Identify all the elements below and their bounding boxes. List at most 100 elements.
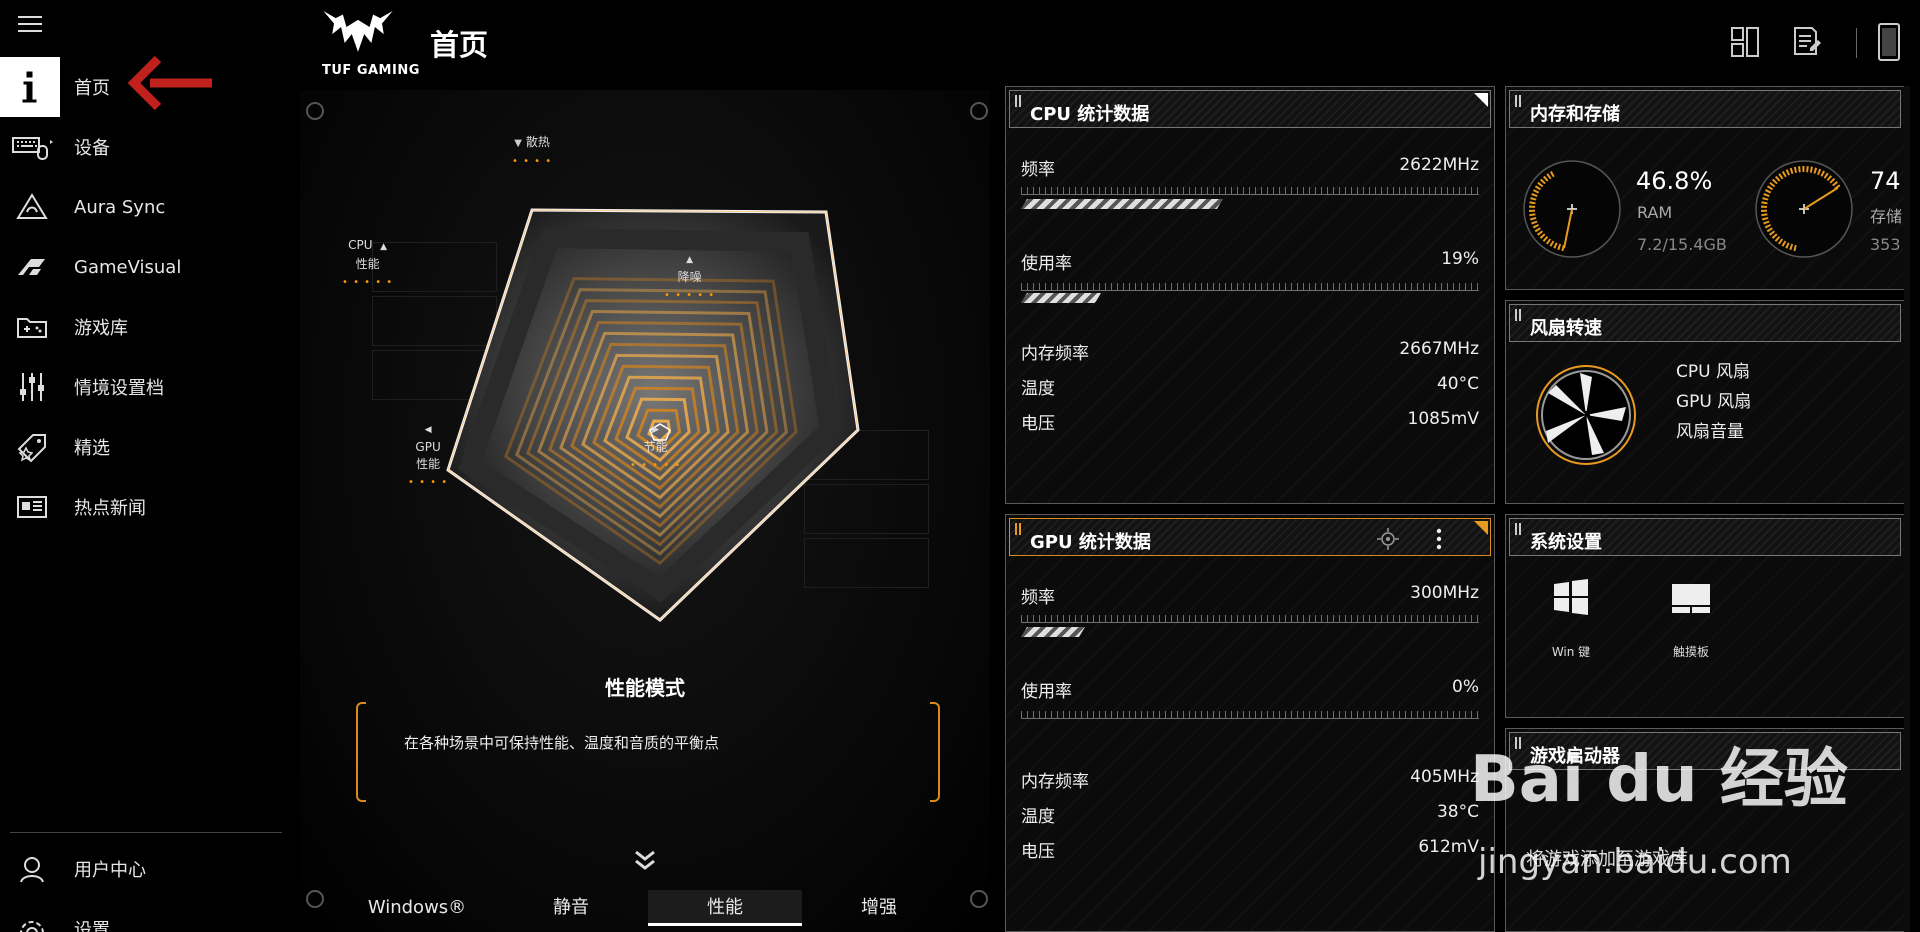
header-tick: [1015, 95, 1021, 107]
touchpad-toggle[interactable]: 触摸板: [1636, 575, 1746, 660]
cpu-usage-scale: [1021, 283, 1479, 291]
cpu-usage-label: 使用率: [1021, 254, 1072, 274]
corner-ornament: [970, 102, 988, 120]
memory-panel-header: 内存和存储: [1509, 90, 1901, 128]
storage-percent: 74: [1870, 167, 1901, 195]
cpu-temp-row: 温度 40°C: [1021, 374, 1479, 399]
baidu-watermark: Bai du 经验: [1470, 743, 1848, 817]
sidebar-divider: [10, 832, 282, 833]
fan-label-cpu: CPU 风扇: [1676, 362, 1750, 382]
gpu-stats-panel: GPU 统计数据 频率 300MHz 使用率 0% 内存频率 405MHz 温度 38°…: [1005, 514, 1495, 932]
memory-storage-panel: 内存和存储 46.8% RAM 7.2/15.4GB 74 存储 353: [1505, 86, 1905, 290]
storage-gauge: [1755, 160, 1853, 258]
gamevisual-icon: [10, 245, 54, 289]
fan-panel-title: 风扇转速: [1530, 318, 1602, 339]
axis-cooling-text: 散热: [525, 135, 550, 149]
toolbar-divider: [1856, 28, 1857, 58]
sidebar-item-label: 精选: [74, 438, 110, 459]
sidebar-item-user-center[interactable]: 用户中心: [0, 843, 292, 895]
sidebar-item-settings[interactable]: 设置: [0, 903, 292, 932]
document-edit-icon[interactable]: [1792, 26, 1822, 58]
sidebar: 首页 设备 Aura Sync GameVisual 游戏库 情境设置档 精选 …: [0, 0, 292, 932]
cpu-freq-meter: [1021, 199, 1223, 209]
baidu-watermark-url: jingyan.baidu.com: [1478, 842, 1792, 882]
corner-triangle: [1474, 93, 1488, 107]
aura-sync-icon: [10, 185, 54, 229]
cpu-mem-freq-row: 内存频率 2667MHz: [1021, 339, 1479, 364]
system-settings-panel: 系统设置 Win 键 触摸板: [1505, 514, 1905, 718]
tab-performance[interactable]: 性能: [648, 890, 802, 926]
mode-description: 在各种场景中可保持性能、温度和音质的平衡点: [404, 734, 720, 752]
sidebar-nav: 首页 设备 Aura Sync GameVisual 游戏库 情境设置档 精选 …: [0, 57, 292, 537]
layout-grid-icon[interactable]: [1730, 26, 1760, 58]
sidebar-bottom: 用户中心 设置: [0, 832, 292, 932]
cpu-stats-panel: CPU 统计数据 频率 2622MHz 使用率 19% 内存频率 2667MHz 温度…: [1005, 86, 1495, 504]
tab-turbo[interactable]: 增强: [802, 890, 956, 926]
scrollbar[interactable]: [1904, 86, 1910, 932]
chevron-down-icon[interactable]: [633, 848, 657, 874]
system-panel-header: 系统设置: [1509, 518, 1901, 556]
storage-detail: 353: [1870, 235, 1901, 254]
performance-pentagon-chart: [446, 208, 860, 622]
sidebar-item-label: 首页: [74, 78, 110, 99]
cpu-panel-title: CPU 统计数据: [1030, 104, 1150, 125]
move-icon[interactable]: [1376, 527, 1400, 551]
gpu-voltage-label: 电压: [1021, 842, 1055, 862]
gpu-voltage-value: 612mV: [1418, 837, 1479, 857]
axis-power-text: 节能: [643, 440, 668, 454]
page-title: 首页: [430, 28, 489, 62]
axis-noise-text: 降噪: [677, 270, 702, 284]
ram-gauge: [1523, 160, 1621, 258]
gpu-usage-row: 使用率 0%: [1021, 677, 1479, 702]
user-icon: [10, 847, 54, 891]
cpu-usage-value: 19%: [1441, 249, 1479, 269]
tab-silent[interactable]: 静音: [494, 890, 648, 926]
gpu-usage-value: 0%: [1452, 677, 1479, 697]
home-info-icon: [0, 57, 60, 117]
ram-label: RAM: [1637, 203, 1673, 222]
windows-key-icon: [1554, 579, 1588, 615]
sidebar-item-game-library[interactable]: 游戏库: [0, 297, 292, 357]
axis-cpu-text: CPU: [348, 238, 373, 252]
system-panel-title: 系统设置: [1530, 532, 1602, 553]
gpu-panel-title: GPU 统计数据: [1030, 532, 1151, 553]
gpu-temp-row: 温度 38°C: [1021, 802, 1479, 827]
cpu-usage-meter: [1021, 293, 1101, 303]
sidebar-item-aura-sync[interactable]: Aura Sync: [0, 177, 292, 237]
corner-ornament: [306, 102, 324, 120]
axis-power-saving: ▶ 节能 • • • • •: [630, 425, 682, 471]
more-options-icon[interactable]: [1434, 527, 1444, 551]
cpu-temp-value: 40°C: [1436, 374, 1479, 394]
axis-gpu-performance: ◀ GPU 性能 • • • •: [408, 425, 449, 488]
cpu-mem-freq-value: 2667MHz: [1399, 339, 1479, 359]
gpu-freq-meter: [1021, 627, 1085, 637]
sidebar-item-news[interactable]: 热点新闻: [0, 477, 292, 537]
fan-panel-header: 风扇转速: [1509, 304, 1901, 342]
sidebar-item-featured[interactable]: 精选: [0, 417, 292, 477]
sidebar-item-label: 设置: [74, 920, 110, 932]
performance-mode-panel: ▼ 散热 • • • • CPU ▲ 性能 • • • • • ▲ 降噪 • • • • …: [300, 90, 990, 932]
cpu-freq-label: 频率: [1021, 160, 1055, 180]
fan-label-volume: 风扇音量: [1676, 422, 1744, 442]
sidebar-item-scenario-profiles[interactable]: 情境设置档: [0, 357, 292, 417]
header-tick: [1515, 523, 1521, 535]
gpu-usage-label: 使用率: [1021, 682, 1072, 702]
cpu-usage-row: 使用率 19%: [1021, 249, 1479, 274]
axis-gpu-performance-text: 性能: [416, 457, 441, 471]
win-key-toggle[interactable]: Win 键: [1516, 575, 1626, 660]
header-tick: [1515, 309, 1521, 321]
top-toolbar: [1730, 22, 1910, 68]
gpu-temp-label: 温度: [1021, 807, 1055, 827]
hamburger-menu-icon[interactable]: [18, 16, 42, 36]
gpu-mem-freq-value: 405MHz: [1410, 767, 1479, 787]
cpu-panel-header: CPU 统计数据: [1009, 90, 1491, 128]
header-tick: [1015, 523, 1021, 535]
sidebar-item-devices[interactable]: 设备: [0, 117, 292, 177]
sidebar-item-label: 用户中心: [74, 860, 146, 881]
bracket-left: [356, 702, 366, 802]
sidebar-item-label: 热点新闻: [74, 498, 146, 519]
device-phone-icon[interactable]: [1876, 22, 1902, 62]
sidebar-item-gamevisual[interactable]: GameVisual: [0, 237, 292, 297]
tab-windows[interactable]: Windows®: [340, 890, 494, 926]
gpu-freq-scale: [1021, 615, 1479, 623]
